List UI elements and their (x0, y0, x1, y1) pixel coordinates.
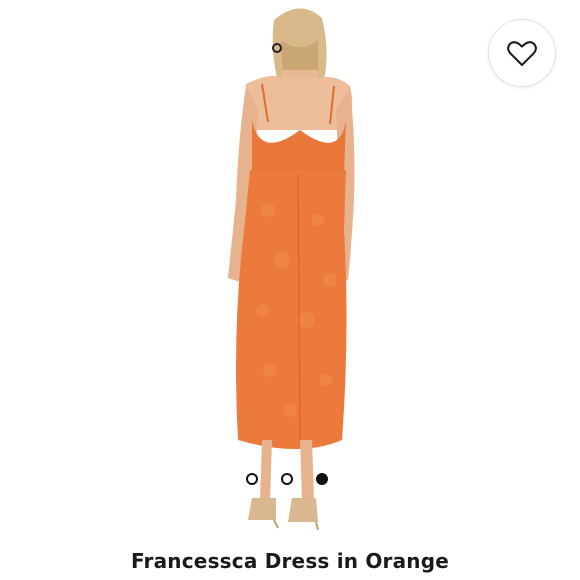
carousel-dot-3[interactable] (316, 473, 328, 485)
favorite-button[interactable] (488, 19, 556, 87)
carousel-indicators (246, 472, 328, 486)
model-dress-illustration (228, 8, 355, 531)
carousel-dot-1[interactable] (246, 473, 258, 485)
product-image (0, 0, 580, 535)
carousel-dot-2[interactable] (281, 473, 293, 485)
heart-outline-icon (507, 40, 537, 66)
product-title: Francessca Dress in Orange (130, 549, 450, 573)
